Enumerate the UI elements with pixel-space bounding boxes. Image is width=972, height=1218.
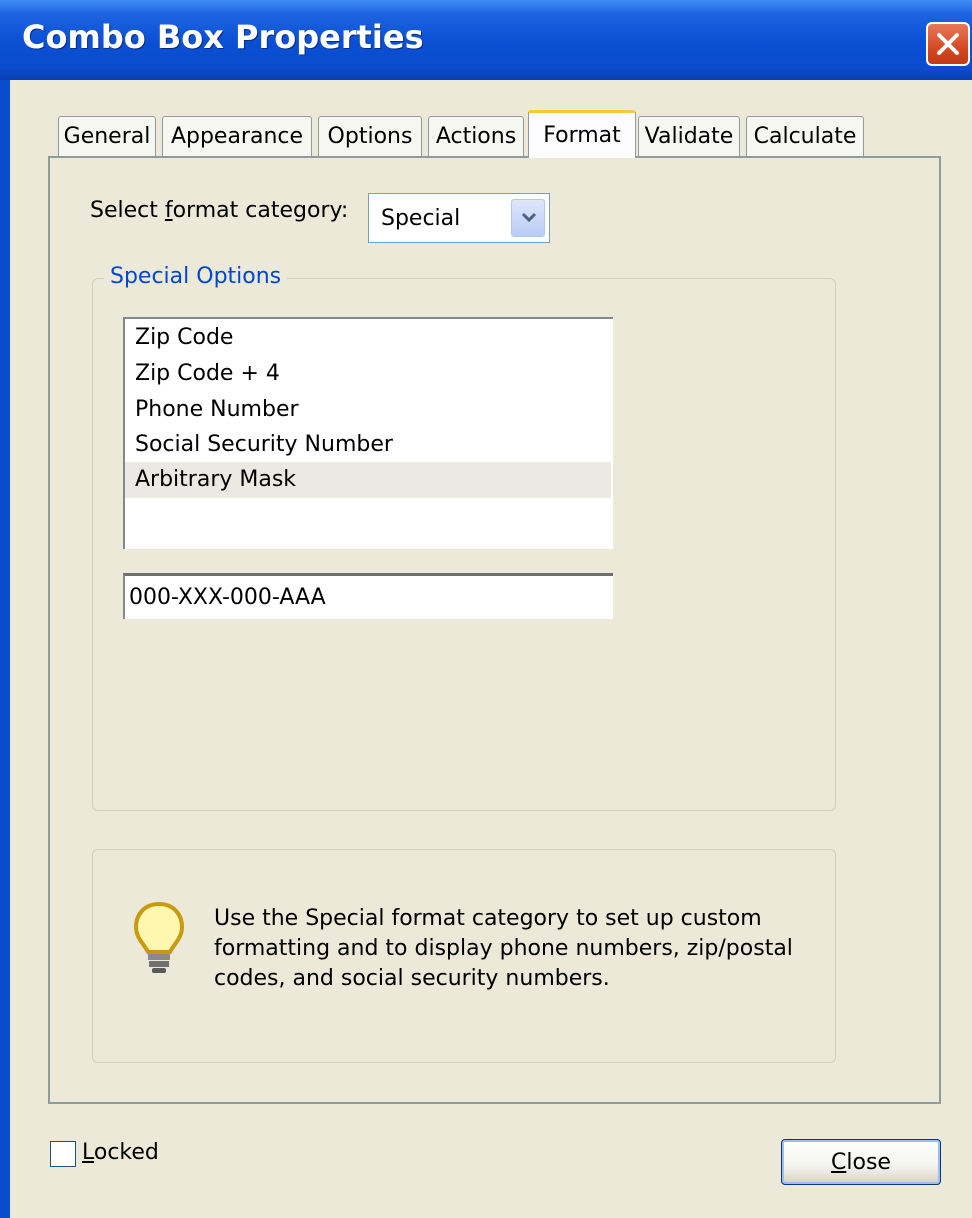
special-options-legend: Special Options — [104, 264, 288, 289]
tip-text-line: formatting and to display phone numbers,… — [214, 936, 793, 961]
tab-general[interactable]: General — [58, 116, 156, 156]
arbitrary-mask-input[interactable]: 000-XXX-000-AAA — [123, 573, 613, 619]
dropdown-arrow-button[interactable] — [511, 199, 545, 237]
tab-label: Options — [327, 124, 413, 149]
list-item[interactable]: Social Security Number — [135, 432, 393, 457]
close-icon — [937, 33, 959, 55]
format-category-label: Select format category: — [90, 198, 349, 223]
format-category-dropdown[interactable]: Special — [368, 193, 550, 243]
tab-calculate[interactable]: Calculate — [746, 116, 864, 156]
tab-appearance[interactable]: Appearance — [162, 116, 312, 156]
title-bar[interactable]: Combo Box Properties — [0, 0, 972, 80]
tab-validate[interactable]: Validate — [638, 116, 740, 156]
tab-label: Appearance — [170, 124, 304, 149]
window-frame — [0, 80, 10, 1218]
close-window-button[interactable] — [926, 22, 970, 66]
format-category-value: Special — [381, 206, 461, 231]
mask-value: 000-XXX-000-AAA — [129, 585, 326, 610]
tab-actions[interactable]: Actions — [428, 116, 524, 156]
tip-text-line: Use the Special format category to set u… — [214, 906, 762, 931]
special-options-list[interactable]: Zip Code Zip Code + 4 Phone Number Socia… — [123, 317, 613, 549]
combo-box-properties-dialog: Combo Box Properties General Appearance … — [0, 0, 972, 1218]
tab-label: Actions — [435, 124, 517, 149]
tab-label: Format — [543, 123, 621, 148]
list-item[interactable]: Phone Number — [135, 397, 299, 422]
dialog-title: Combo Box Properties — [22, 18, 424, 56]
list-item-selected[interactable]: Arbitrary Mask — [125, 462, 611, 498]
locked-label[interactable]: Locked — [82, 1140, 159, 1165]
tab-label: Validate — [644, 124, 734, 149]
tip-text-line: codes, and social security numbers. — [214, 966, 610, 991]
close-button-label: Close — [831, 1149, 891, 1175]
tab-format[interactable]: Format — [528, 110, 636, 158]
locked-checkbox[interactable] — [50, 1141, 76, 1167]
list-item[interactable]: Zip Code + 4 — [135, 361, 280, 386]
lightbulb-icon — [133, 901, 185, 973]
chevron-down-icon — [521, 212, 537, 223]
list-item[interactable]: Zip Code — [135, 325, 233, 350]
tab-options[interactable]: Options — [318, 116, 422, 156]
tab-label: Calculate — [753, 124, 857, 149]
tab-label: General — [63, 124, 151, 149]
close-button[interactable]: Close — [781, 1139, 941, 1185]
